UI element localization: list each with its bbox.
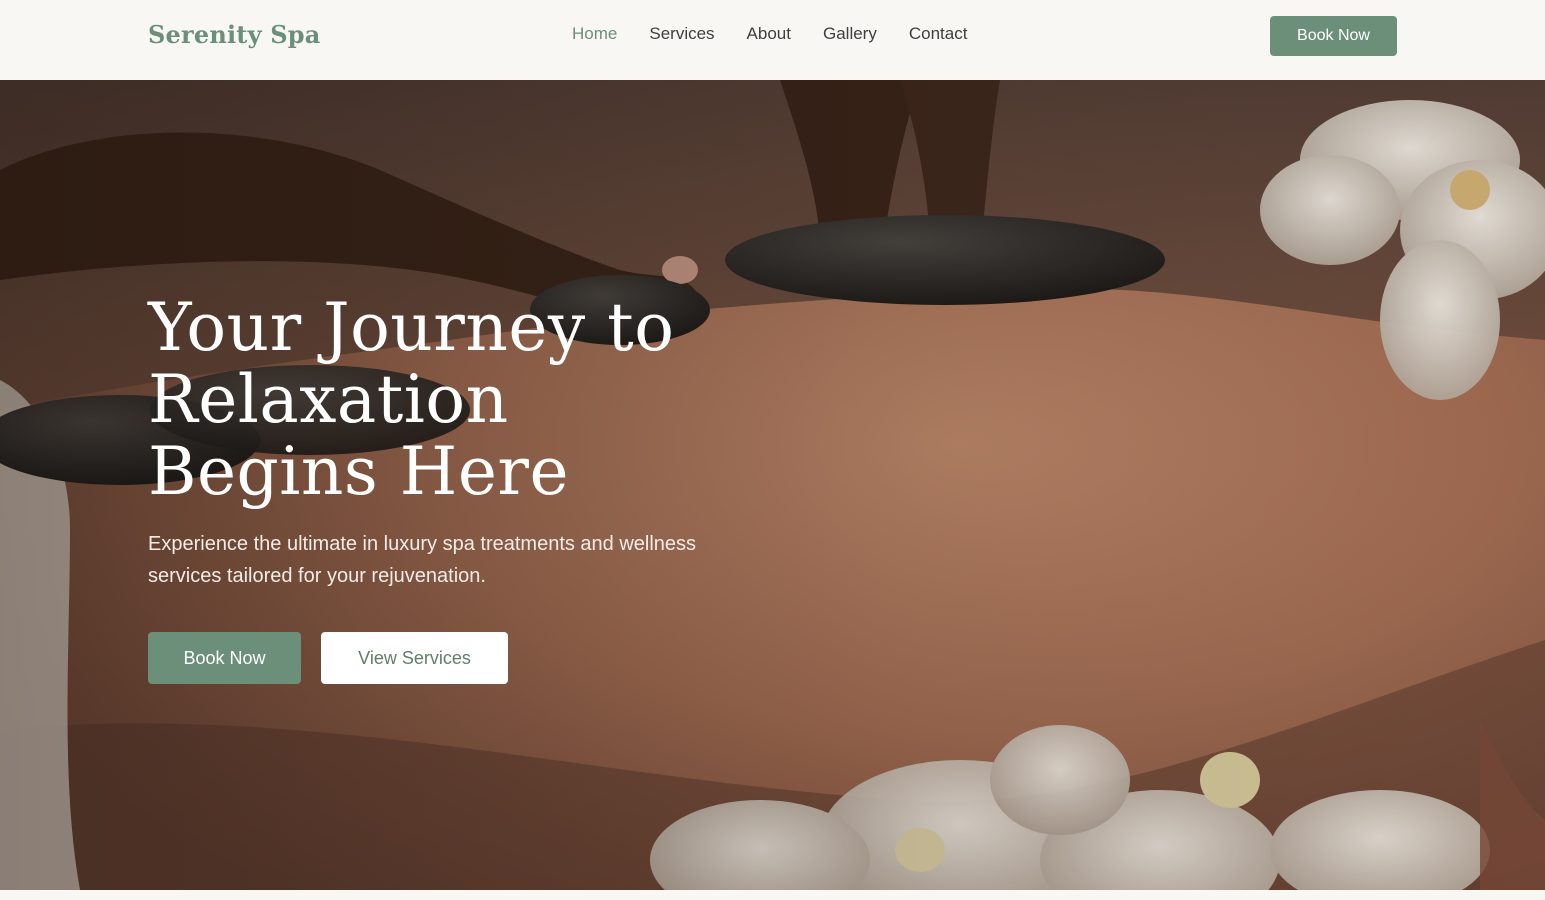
hero-title-line-1: Your Journey to: [148, 289, 675, 366]
nav-link-contact[interactable]: Contact: [909, 24, 968, 44]
nav-link-home[interactable]: Home: [572, 24, 617, 44]
header-book-now-button[interactable]: Book Now: [1270, 16, 1397, 56]
brand-logo[interactable]: Serenity Spa: [148, 20, 321, 49]
top-navbar: Serenity Spa Home Services About Gallery…: [0, 0, 1545, 80]
nav-link-gallery[interactable]: Gallery: [823, 24, 877, 44]
hero-buttons: Book Now View Services: [148, 632, 508, 684]
hero-title-line-2: Relaxation: [148, 361, 509, 438]
main-nav: Home Services About Gallery Contact: [572, 24, 967, 44]
hero-book-now-button[interactable]: Book Now: [148, 632, 301, 684]
view-services-button[interactable]: View Services: [321, 632, 508, 684]
hero-title: Your Journey to Relaxation Begins Here: [148, 292, 768, 508]
hero-subtitle: Experience the ultimate in luxury spa tr…: [148, 533, 697, 587]
nav-link-services[interactable]: Services: [649, 24, 714, 44]
hero-section: Your Journey to Relaxation Begins Here E…: [0, 80, 1545, 890]
nav-link-about[interactable]: About: [747, 24, 791, 44]
hero-title-line-3: Begins Here: [148, 433, 569, 510]
next-section-edge: [0, 890, 1545, 900]
